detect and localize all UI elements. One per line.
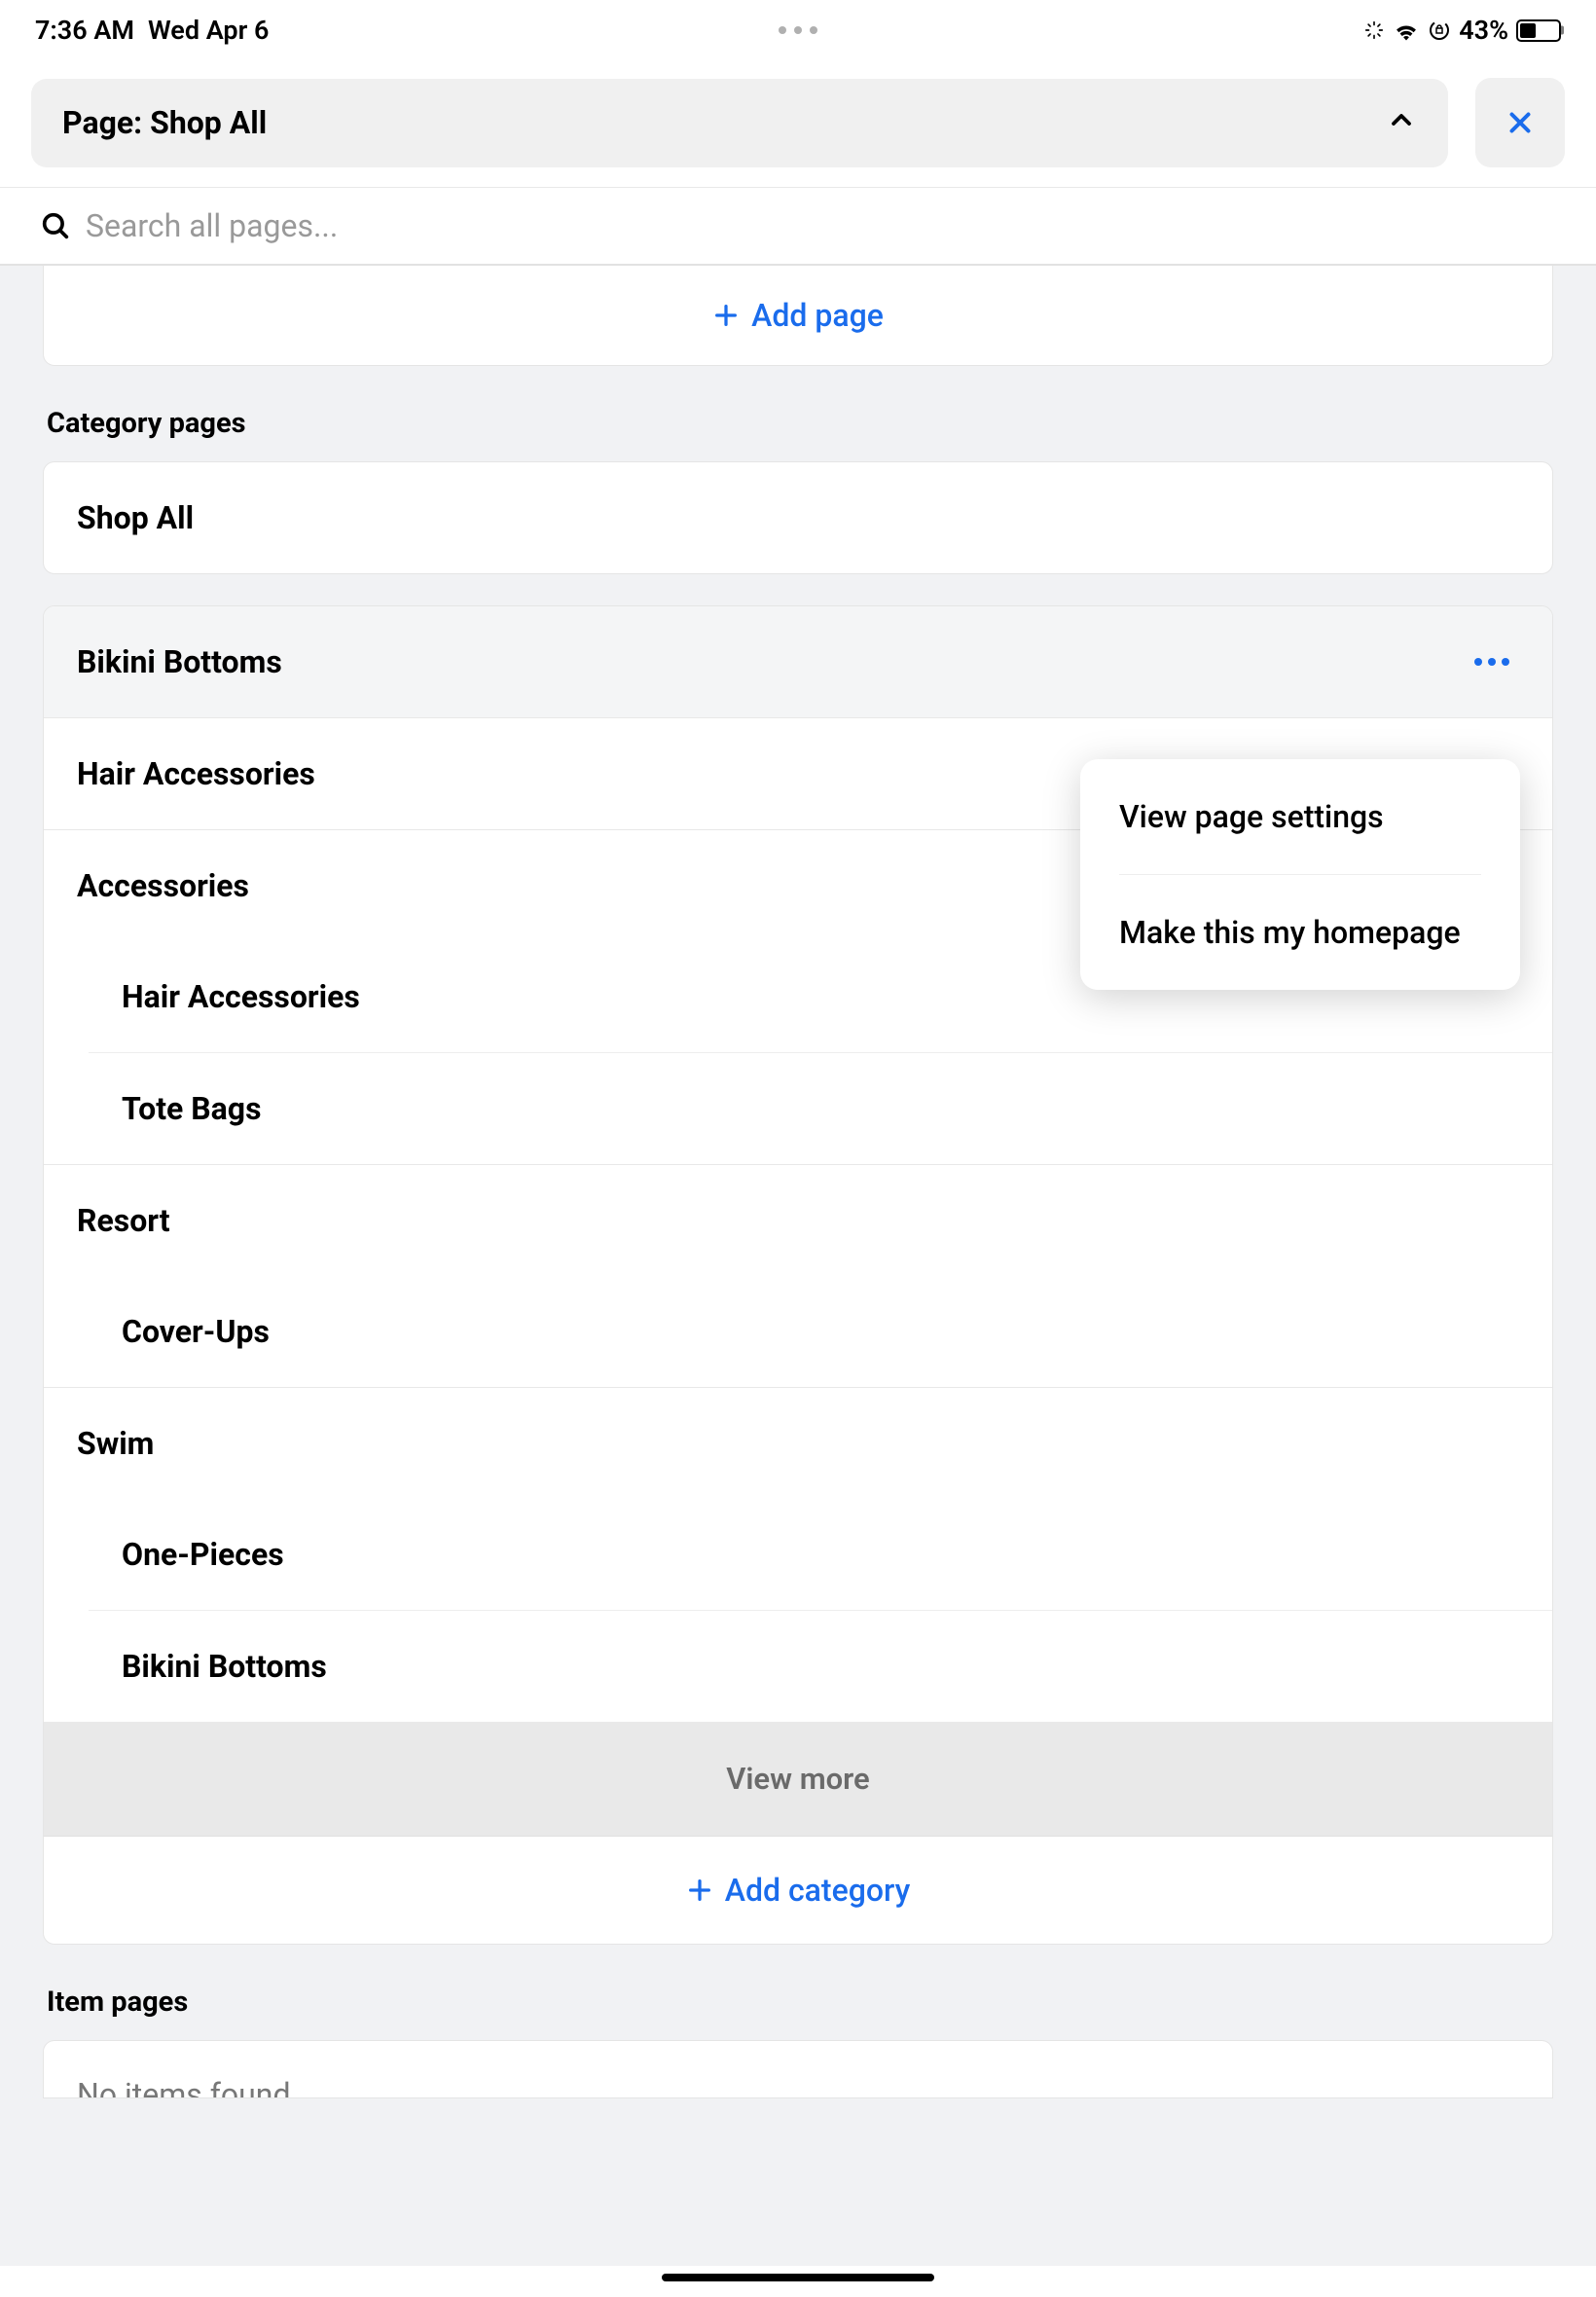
plus-icon <box>686 1877 713 1904</box>
category-label: Swim <box>77 1425 154 1462</box>
subcategory-cover-ups[interactable]: Cover-Ups <box>89 1276 1552 1387</box>
add-category-label: Add category <box>725 1872 911 1909</box>
item-pages-header: Item pages <box>0 1945 1596 2040</box>
chevron-up-icon <box>1386 104 1417 142</box>
view-more-button[interactable]: View more <box>44 1722 1552 1837</box>
status-time: 7:36 AM <box>35 15 134 46</box>
category-label: One-Pieces <box>122 1536 284 1573</box>
search-bar[interactable] <box>39 207 1557 244</box>
page-selector-label: Page: Shop All <box>62 104 267 141</box>
search-icon <box>39 209 72 242</box>
category-swim[interactable]: Swim <box>44 1388 1552 1499</box>
battery-percentage: 43% <box>1459 15 1508 46</box>
category-resort[interactable]: Resort <box>44 1165 1552 1276</box>
category-label: Cover-Ups <box>122 1313 270 1350</box>
menu-make-homepage[interactable]: Make this my homepage <box>1080 875 1520 990</box>
category-label: Bikini Bottoms <box>77 643 282 680</box>
home-indicator[interactable] <box>662 2274 934 2281</box>
category-label: Bikini Bottoms <box>122 1648 327 1685</box>
add-category-button[interactable]: Add category <box>686 1872 911 1909</box>
add-page-label: Add page <box>751 297 884 334</box>
shop-all-card[interactable]: Shop All <box>43 461 1553 574</box>
status-bar: 7:36 AM Wed Apr 6 43% <box>0 0 1596 58</box>
wifi-icon <box>1393 19 1420 41</box>
category-label: Accessories <box>77 867 249 904</box>
no-items-label: No items found <box>77 2076 290 2098</box>
battery-icon <box>1516 19 1561 42</box>
search-bar-wrapper <box>0 187 1596 266</box>
category-label: Hair Accessories <box>77 755 315 792</box>
orientation-lock-icon <box>1428 18 1451 42</box>
close-icon <box>1504 106 1537 139</box>
item-pages-card: No items found <box>43 2040 1553 2098</box>
context-menu: View page settings Make this my homepage <box>1080 759 1520 990</box>
subcategory-bikini-bottoms[interactable]: Bikini Bottoms <box>89 1610 1552 1722</box>
add-category-row[interactable]: Add category <box>44 1837 1552 1944</box>
page-selector[interactable]: Page: Shop All <box>31 79 1448 167</box>
loading-icon <box>1363 19 1385 41</box>
status-left: 7:36 AM Wed Apr 6 <box>35 15 269 46</box>
category-label: Hair Accessories <box>122 978 360 1015</box>
status-date: Wed Apr 6 <box>148 15 269 46</box>
subcategory-tote-bags[interactable]: Tote Bags <box>89 1052 1552 1164</box>
more-icon[interactable] <box>1474 658 1519 666</box>
category-label: Resort <box>77 1202 170 1239</box>
close-button[interactable] <box>1475 78 1565 167</box>
add-page-button[interactable]: Add page <box>712 297 884 334</box>
handle-dots <box>779 26 817 34</box>
menu-view-page-settings[interactable]: View page settings <box>1080 759 1520 874</box>
search-input[interactable] <box>86 207 1557 244</box>
status-right: 43% <box>1363 15 1561 46</box>
header-area: Page: Shop All <box>0 58 1596 187</box>
category-label: Tote Bags <box>122 1090 262 1127</box>
add-page-card[interactable]: Add page <box>43 266 1553 366</box>
plus-icon <box>712 302 740 329</box>
shop-all-label: Shop All <box>77 499 194 536</box>
category-bikini-bottoms[interactable]: Bikini Bottoms <box>44 606 1552 718</box>
main-content: Add page Category pages Shop All Bikini … <box>0 266 1596 2266</box>
subcategory-one-pieces[interactable]: One-Pieces <box>89 1499 1552 1610</box>
category-pages-header: Category pages <box>0 366 1596 461</box>
